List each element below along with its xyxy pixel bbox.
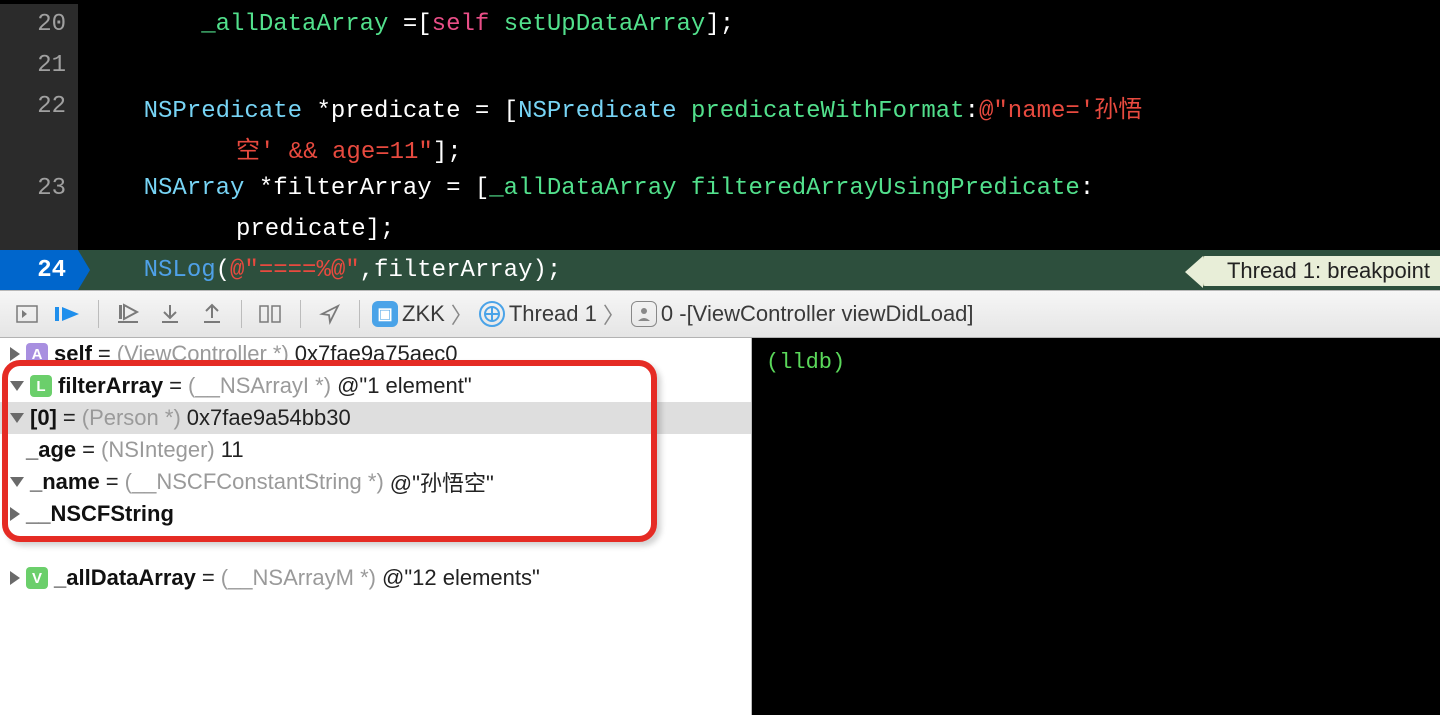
frame-name: 0 -[ViewController viewDidLoad] bbox=[661, 301, 974, 327]
code-editor[interactable]: 20 _allDataArray =[self setUpDataArray];… bbox=[0, 0, 1440, 290]
separator bbox=[359, 300, 360, 328]
line-number[interactable]: 24 bbox=[0, 250, 78, 290]
separator bbox=[98, 300, 99, 328]
console-prompt: (lldb) bbox=[766, 350, 845, 375]
variable-row[interactable]: LfilterArray = (__NSArrayI *) @"1 elemen… bbox=[0, 370, 751, 402]
variable-name: filterArray bbox=[58, 373, 163, 399]
variable-type: (__NSArrayM *) bbox=[221, 565, 376, 591]
line-number[interactable]: 22 bbox=[0, 86, 78, 127]
variable-value: @"孙悟空" bbox=[390, 466, 494, 498]
variable-value: @"12 elements" bbox=[382, 565, 540, 591]
type-badge-icon: A bbox=[26, 343, 48, 365]
variable-row[interactable]: Aself = (ViewController *) 0x7fae9a75aec… bbox=[0, 338, 751, 370]
breadcrumb[interactable]: ▣ ZKK 〉 Thread 1 〉 0 -[ViewController vi… bbox=[372, 298, 974, 330]
chevron-right-icon: 〉 bbox=[603, 298, 625, 330]
step-into-icon[interactable] bbox=[153, 299, 187, 329]
variable-type: (NSInteger) bbox=[101, 437, 215, 463]
step-over-icon[interactable] bbox=[111, 299, 145, 329]
variables-panel[interactable]: Aself = (ViewController *) 0x7fae9a75aec… bbox=[0, 338, 752, 715]
variable-name: [0] bbox=[30, 405, 57, 431]
chevron-right-icon: 〉 bbox=[451, 298, 473, 330]
variable-row[interactable]: _age = (NSInteger) 11 bbox=[0, 434, 751, 466]
code-line[interactable]: 23 NSArray *filterArray = [_allDataArray… bbox=[0, 168, 1440, 209]
line-number[interactable]: 20 bbox=[0, 4, 78, 45]
line-number[interactable]: 21 bbox=[0, 45, 78, 86]
disclosure-triangle-icon[interactable] bbox=[10, 571, 20, 585]
variable-name: _allDataArray bbox=[54, 565, 196, 591]
code-line[interactable]: 24 NSLog(@"====%@",filterArray);Thread 1… bbox=[0, 250, 1440, 290]
frame-icon bbox=[631, 301, 657, 327]
variable-row[interactable]: _name = (__NSCFConstantString *) @"孙悟空" bbox=[0, 466, 751, 498]
type-badge-icon: L bbox=[30, 375, 52, 397]
disclosure-triangle-icon[interactable] bbox=[10, 347, 20, 361]
variable-name: _name bbox=[30, 469, 100, 495]
hide-debug-icon[interactable] bbox=[10, 299, 44, 329]
separator bbox=[241, 300, 242, 328]
type-badge-icon: V bbox=[26, 567, 48, 589]
disclosure-triangle-icon[interactable] bbox=[10, 413, 24, 423]
variable-type: (__NSCFConstantString *) bbox=[125, 469, 384, 495]
variable-name: self bbox=[54, 341, 92, 367]
separator bbox=[300, 300, 301, 328]
disclosure-triangle-icon[interactable] bbox=[10, 381, 24, 391]
variable-name: __NSCFString bbox=[26, 501, 174, 527]
disclosure-triangle-icon[interactable] bbox=[10, 507, 20, 521]
variable-value: 0x7fae9a75aec0 bbox=[295, 341, 458, 367]
variable-row[interactable]: V_allDataArray = (__NSArrayM *) @"12 ele… bbox=[0, 562, 751, 594]
variable-type: (Person *) bbox=[82, 405, 181, 431]
variable-value: 11 bbox=[221, 437, 244, 463]
thread-name: Thread 1 bbox=[509, 301, 597, 327]
variable-value: 0x7fae9a54bb30 bbox=[187, 405, 351, 431]
continue-icon[interactable] bbox=[52, 299, 86, 329]
variable-row[interactable]: __NSCFString bbox=[0, 498, 751, 530]
code-line[interactable]: 空' && age=11"]; bbox=[0, 127, 1440, 168]
line-number[interactable]: 23 bbox=[0, 168, 78, 209]
variable-name: _age bbox=[26, 437, 76, 463]
code-line[interactable]: 20 _allDataArray =[self setUpDataArray]; bbox=[0, 4, 1440, 45]
target-name: ZKK bbox=[402, 301, 445, 327]
code-line[interactable]: predicate]; bbox=[0, 209, 1440, 250]
variable-value: @"1 element" bbox=[337, 373, 472, 399]
step-out-icon[interactable] bbox=[195, 299, 229, 329]
location-icon[interactable] bbox=[313, 299, 347, 329]
code-line[interactable]: 21 bbox=[0, 45, 1440, 86]
debug-toolbar: ▣ ZKK 〉 Thread 1 〉 0 -[ViewController vi… bbox=[0, 290, 1440, 338]
debug-view-icon[interactable] bbox=[254, 299, 288, 329]
code-line[interactable]: 22 NSPredicate *predicate = [NSPredicate… bbox=[0, 86, 1440, 127]
disclosure-triangle-icon[interactable] bbox=[10, 477, 24, 487]
console-panel[interactable]: (lldb) bbox=[752, 338, 1440, 715]
variable-row[interactable]: [0] = (Person *) 0x7fae9a54bb30 bbox=[0, 402, 751, 434]
target-icon: ▣ bbox=[372, 301, 398, 327]
breakpoint-badge: Thread 1: breakpoint bbox=[1201, 256, 1440, 286]
thread-icon bbox=[479, 301, 505, 327]
variable-type: (__NSArrayI *) bbox=[188, 373, 331, 399]
variable-type: (ViewController *) bbox=[117, 341, 289, 367]
